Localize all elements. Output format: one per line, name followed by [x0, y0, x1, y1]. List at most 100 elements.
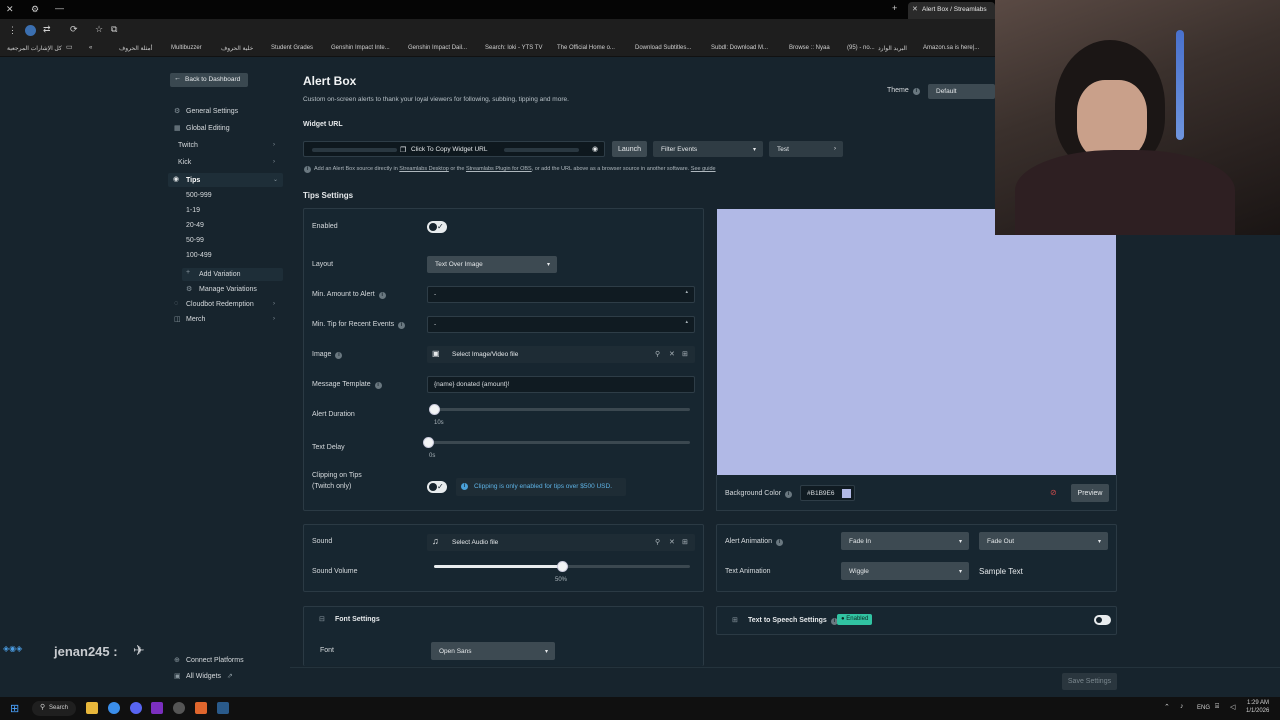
chrome-icon[interactable] — [108, 702, 120, 714]
language-indicator[interactable]: ENG — [1197, 705, 1210, 711]
close-tab-icon[interactable]: ✕ — [912, 5, 918, 13]
bookmark-item[interactable]: The Official Home o... — [557, 45, 615, 51]
test-button[interactable]: Test › — [769, 141, 843, 157]
new-tab-icon[interactable]: + — [892, 3, 897, 13]
bookmark-item[interactable]: البريد الوارد — [878, 45, 907, 52]
stepper-icon[interactable]: ▴ — [685, 319, 688, 325]
clock-date[interactable]: 1/1/2026 — [1246, 708, 1269, 714]
text-animation-select[interactable]: Wiggle ▾ — [841, 562, 969, 580]
add-variation-button[interactable]: + Add Variation — [182, 268, 283, 281]
alert-animation-in-select[interactable]: Fade In ▾ — [841, 532, 969, 550]
expand-icon[interactable]: ⊞ — [732, 616, 738, 624]
filter-events-select[interactable]: Filter Events ▾ — [653, 141, 763, 157]
tts-label[interactable]: Text to Speech Settings i — [748, 617, 838, 625]
text-delay-track[interactable] — [428, 441, 690, 444]
sidebar-item-cloudbot[interactable]: Cloudbot Redemption — [186, 301, 254, 308]
manage-variations-link[interactable]: Manage Variations — [199, 286, 257, 293]
all-widgets-link[interactable]: All Widgets — [186, 673, 221, 680]
save-settings-button[interactable]: Save Settings — [1062, 673, 1117, 690]
star-icon[interactable]: ☆ — [95, 24, 103, 35]
alert-duration-slider[interactable] — [429, 404, 440, 415]
discord-icon[interactable] — [130, 702, 142, 714]
file-explorer-icon[interactable] — [86, 702, 98, 714]
theme-select[interactable]: Default — [928, 84, 995, 99]
alert-animation-out-select[interactable]: Fade Out ▾ — [979, 532, 1108, 550]
obs-icon[interactable] — [173, 702, 185, 714]
link-icon[interactable]: ⚲ — [655, 350, 660, 358]
plugin-link[interactable]: Streamlabs Plugin for OBS — [466, 166, 532, 172]
sidebar-item-general-settings[interactable]: General Settings — [186, 108, 238, 115]
back-to-dashboard-button[interactable]: ← Back to Dashboard — [170, 73, 248, 87]
sidebar-item-merch[interactable]: Merch — [186, 316, 205, 323]
desktop-link[interactable]: Streamlabs Desktop — [399, 166, 449, 172]
variation-item[interactable]: 500-999 — [186, 192, 212, 199]
bookmark-item[interactable]: Multibuzzer — [171, 45, 202, 51]
font-settings-title[interactable]: Font Settings — [335, 616, 380, 623]
sidebar-item-twitch[interactable]: Twitch — [178, 142, 198, 149]
enabled-toggle[interactable]: ✓ — [427, 221, 447, 233]
minimize-icon[interactable]: — — [55, 3, 64, 13]
clock-time[interactable]: 1:29 AM — [1247, 700, 1269, 706]
bookmark-item[interactable]: Search: loki - YTS TV — [485, 45, 542, 51]
bookmark-item[interactable]: (95) - no... — [847, 45, 875, 51]
windows-start-icon[interactable]: ⊞ — [10, 702, 19, 715]
link-icon[interactable]: ⚲ — [655, 538, 660, 546]
mute-icon[interactable]: ⊘ — [1050, 488, 1057, 497]
alert-duration-track[interactable] — [434, 408, 690, 411]
sidebar-item-global-editing[interactable]: Global Editing — [186, 125, 230, 132]
volume-icon[interactable]: ◁ — [1230, 703, 1235, 711]
min-amount-input[interactable]: - ▴ — [427, 286, 695, 303]
bookmark-item[interactable]: Genshin Impact Dail... — [408, 45, 467, 51]
sidebar-item-tips[interactable]: ◉ Tips ⌄ — [168, 173, 283, 187]
variation-item[interactable]: 20-49 — [186, 222, 204, 229]
close-icon[interactable]: ✕ — [6, 4, 14, 15]
app-icon[interactable] — [195, 702, 207, 714]
menu-dots-icon[interactable]: ⋮ — [8, 25, 17, 36]
bookmark-item[interactable]: Genshin Impact Inte... — [331, 45, 390, 51]
collapse-icon[interactable]: ⊟ — [319, 615, 325, 623]
connect-platforms-link[interactable]: Connect Platforms — [186, 657, 244, 664]
active-tab[interactable]: ✕ Alert Box / Streamlabs — [908, 2, 995, 19]
bookmark-item[interactable]: كل الإشارات المرجعية — [7, 45, 62, 52]
eye-icon[interactable]: ◉ — [592, 145, 598, 153]
bookmark-item[interactable]: خلية الحروف — [221, 45, 253, 52]
image-file-picker[interactable]: ▣ Select Image/Video file ⚲ ✕ ⊞ — [427, 346, 695, 363]
layout-select[interactable]: Text Over Image ▾ — [427, 256, 557, 273]
steam-icon[interactable] — [217, 702, 229, 714]
bookmark-item[interactable]: Subdl: Download M... — [711, 45, 768, 51]
widget-url-field[interactable]: ❐ Click To Copy Widget URL ◉ — [303, 141, 605, 157]
chevron-up-icon[interactable]: ⌃ — [1164, 703, 1170, 711]
grid-icon[interactable]: ⊞ — [682, 538, 688, 546]
taskbar-search[interactable]: ⚲ Search — [32, 701, 76, 716]
bookmark-item[interactable]: Student Grades — [271, 45, 313, 51]
customize-icon[interactable]: ⧉ — [111, 24, 117, 35]
bookmark-item[interactable]: Browse :: Nyaa — [789, 45, 830, 51]
clear-icon[interactable]: ✕ — [669, 538, 675, 546]
sound-file-picker[interactable]: ♫ Select Audio file ⚲ ✕ ⊞ — [427, 534, 695, 551]
bookmark-item[interactable]: أمثلة الحروف — [119, 45, 152, 52]
variation-item[interactable]: 100-499 — [186, 252, 212, 259]
grid-icon[interactable]: ⊞ — [682, 350, 688, 358]
launch-button[interactable]: Launch — [612, 141, 647, 157]
bookmark-item[interactable]: Download Subtitles... — [635, 45, 691, 51]
color-swatch[interactable] — [842, 489, 851, 498]
profile-icon[interactable] — [25, 25, 36, 36]
text-delay-slider[interactable] — [423, 437, 434, 448]
chevron-icon[interactable]: « — [89, 45, 92, 51]
network-icon[interactable]: ⌸ — [1215, 703, 1219, 711]
variation-item[interactable]: 50-99 — [186, 237, 204, 244]
mic-icon[interactable]: ♪ — [1180, 703, 1184, 710]
font-select[interactable]: Open Sans ▾ — [431, 642, 555, 660]
settings-icon[interactable]: ⚙ — [31, 4, 39, 15]
guide-link[interactable]: See guide — [691, 166, 716, 172]
sidebar-item-kick[interactable]: Kick — [178, 159, 191, 166]
variation-item[interactable]: 1-19 — [186, 207, 200, 214]
app-icon[interactable] — [151, 702, 163, 714]
folder-icon[interactable]: ▭ — [66, 43, 73, 51]
background-color-input[interactable]: #B1B9E6 — [800, 485, 855, 501]
min-tip-input[interactable]: - ▴ — [427, 316, 695, 333]
extensions-icon[interactable]: ⇄ — [43, 24, 51, 35]
clear-icon[interactable]: ✕ — [669, 350, 675, 358]
refresh-icon[interactable]: ⟳ — [70, 24, 78, 35]
preview-button[interactable]: Preview — [1071, 484, 1109, 502]
